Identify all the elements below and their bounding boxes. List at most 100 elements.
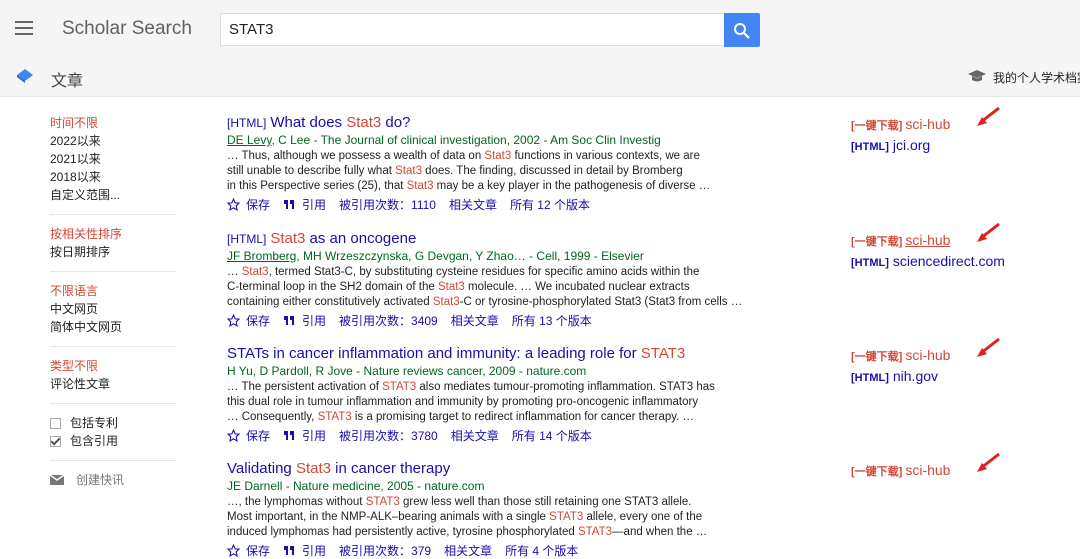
time-filter: 时间不限 2022以来 2021以来 2018以来 自定义范围...: [50, 114, 176, 215]
my-profile-link[interactable]: 我的个人学术档案: [993, 69, 1080, 86]
save-label: 保存: [246, 198, 271, 212]
sort-by-date[interactable]: 按日期排序: [50, 243, 176, 261]
filter-custom-range[interactable]: 自定义范围...: [50, 186, 176, 204]
save-button[interactable]: 保存: [227, 196, 270, 213]
snippet-line: … Stat3, termed Stat3-C, by substituting…: [227, 266, 700, 278]
related-articles-link[interactable]: 相关文章: [444, 542, 492, 559]
filter-since-2018[interactable]: 2018以来: [50, 168, 176, 186]
graduation-cap-icon: [968, 70, 986, 82]
meta-text: , C Lee - The Journal of clinical invest…: [271, 133, 661, 147]
quote-icon: [284, 200, 295, 209]
result-actions: 保存 引用 被引用次数：3780 相关文章 所有 14 个版本: [227, 427, 827, 444]
create-alert-button[interactable]: 创建快讯: [50, 471, 176, 488]
html-source-link[interactable]: [HTML] nih.gov: [851, 368, 950, 384]
related-articles-link[interactable]: 相关文章: [451, 427, 499, 444]
sort-by-relevance[interactable]: 按相关性排序: [50, 225, 176, 243]
all-versions-link[interactable]: 所有 14 个版本: [512, 427, 592, 444]
result-side-links: [一键下载] sci-hub [HTML] sciencedirect.com: [851, 222, 1005, 269]
result-title-link[interactable]: STATs in cancer inflammation and immunit…: [227, 345, 827, 362]
title-text: Validating: [227, 460, 296, 477]
sub-bar: 文章 我的个人学术档案: [0, 58, 1080, 97]
include-citations-checkbox[interactable]: 包含引用: [50, 432, 176, 450]
title-text: in cancer therapy: [330, 460, 451, 477]
format-tag: [HTML]: [227, 116, 267, 130]
cite-button[interactable]: 引用: [283, 427, 326, 444]
top-bar: Scholar Search: [0, 0, 1080, 59]
snippet-line: in this Perspective series (25), that St…: [227, 180, 711, 192]
result-title-link[interactable]: [HTML] What does Stat3 do?: [227, 114, 827, 131]
search-input[interactable]: [220, 13, 724, 46]
cited-by-link[interactable]: 被引用次数：1110: [339, 196, 436, 213]
sci-hub-download-link[interactable]: [一键下载] sci-hub: [851, 347, 950, 364]
cite-label: 引用: [302, 429, 327, 443]
filter-any-time[interactable]: 时间不限: [50, 114, 176, 132]
cite-label: 引用: [302, 314, 327, 328]
author-link[interactable]: DE Levy: [227, 133, 271, 147]
snippet-line: this dual role in tumour inflammation an…: [227, 396, 699, 408]
related-articles-link[interactable]: 相关文章: [449, 196, 497, 213]
cited-by-link[interactable]: 被引用次数：379: [339, 542, 431, 559]
filter-chinese-pages[interactable]: 中文网页: [50, 300, 176, 318]
snippet-line: Most important, in the NMP-ALK–bearing a…: [227, 511, 703, 523]
all-versions-link[interactable]: 所有 12 个版本: [510, 196, 590, 213]
filter-sidebar: 时间不限 2022以来 2021以来 2018以来 自定义范围... 按相关性排…: [50, 114, 176, 488]
html-source-link[interactable]: [HTML] jci.org: [851, 137, 950, 153]
language-filter: 不限语言 中文网页 简体中文网页: [50, 282, 176, 347]
search-button[interactable]: [724, 13, 760, 47]
menu-icon[interactable]: [15, 21, 33, 35]
snippet-line: still unable to describe fully what Stat…: [227, 165, 683, 177]
all-versions-link[interactable]: 所有 4 个版本: [505, 542, 578, 559]
cite-label: 引用: [302, 198, 327, 212]
author-link[interactable]: JF Bromberg: [227, 249, 296, 263]
save-button[interactable]: 保存: [227, 542, 270, 559]
sci-hub-download-link[interactable]: [一键下载] sci-hub: [851, 462, 950, 479]
red-arrow-icon: [977, 337, 1000, 357]
meta-text: , MH Wrzeszczynska, G Devgan, Y Zhao… - …: [296, 249, 644, 263]
result-title-link[interactable]: [HTML] Stat3 as an oncogene: [227, 230, 827, 247]
snippet-line: containing either constitutively activat…: [227, 296, 743, 308]
save-button[interactable]: 保存: [227, 427, 270, 444]
filter-since-2021[interactable]: 2021以来: [50, 150, 176, 168]
snippet-line: C-terminal loop in the SH2 domain of the…: [227, 281, 690, 293]
save-label: 保存: [246, 429, 271, 443]
checkbox-label: 包括专利: [70, 416, 119, 430]
cited-by-link[interactable]: 被引用次数：3409: [339, 312, 438, 329]
cited-by-link[interactable]: 被引用次数：3780: [339, 427, 438, 444]
snippet-line: … Thus, although we possess a wealth of …: [227, 150, 700, 162]
save-label: 保存: [246, 544, 271, 558]
sci-hub-download-link[interactable]: [一键下载] sci-hub: [851, 116, 950, 133]
filter-since-2022[interactable]: 2022以来: [50, 132, 176, 150]
result-side-links: [一键下载] sci-hub [HTML] nih.gov: [851, 337, 1000, 384]
title-highlight: STAT3: [640, 345, 686, 362]
quote-icon: [284, 546, 295, 555]
section-label[interactable]: 文章: [51, 67, 83, 91]
include-patents-checkbox[interactable]: 包括专利: [50, 414, 176, 432]
cite-button[interactable]: 引用: [283, 312, 326, 329]
result-title-link[interactable]: Validating Stat3 in cancer therapy: [227, 460, 827, 477]
result-snippet: … Stat3, termed Stat3-C, by substituting…: [227, 265, 827, 310]
save-button[interactable]: 保存: [227, 312, 270, 329]
type-filter: 类型不限 评论性文章: [50, 357, 176, 404]
filter-any-language[interactable]: 不限语言: [50, 282, 176, 300]
title-highlight: Stat3: [295, 460, 331, 477]
filter-simplified-chinese[interactable]: 简体中文网页: [50, 318, 176, 336]
filter-review-articles[interactable]: 评论性文章: [50, 375, 176, 393]
filter-any-type[interactable]: 类型不限: [50, 357, 176, 375]
result-side-links: [一键下载] sci-hub: [851, 452, 1000, 479]
title-highlight: Stat3: [270, 230, 306, 247]
cite-button[interactable]: 引用: [283, 196, 326, 213]
checkbox-box-checked: [50, 435, 61, 447]
cite-button[interactable]: 引用: [283, 542, 326, 559]
all-versions-link[interactable]: 所有 13 个版本: [512, 312, 592, 329]
red-arrow-icon: [977, 106, 1000, 126]
title-text: do?: [381, 114, 411, 131]
title-highlight: Stat3: [346, 114, 382, 131]
app-title[interactable]: Scholar Search: [62, 18, 192, 40]
search-icon: [734, 23, 750, 39]
result-item: [HTML] Stat3 as an oncogene JF Bromberg, …: [227, 230, 827, 329]
cite-label: 引用: [302, 544, 327, 558]
related-articles-link[interactable]: 相关文章: [451, 312, 499, 329]
result-snippet: … The persistent activation of STAT3 als…: [227, 380, 827, 425]
html-source-link[interactable]: [HTML] sciencedirect.com: [851, 253, 1005, 269]
quote-icon: [284, 431, 295, 440]
